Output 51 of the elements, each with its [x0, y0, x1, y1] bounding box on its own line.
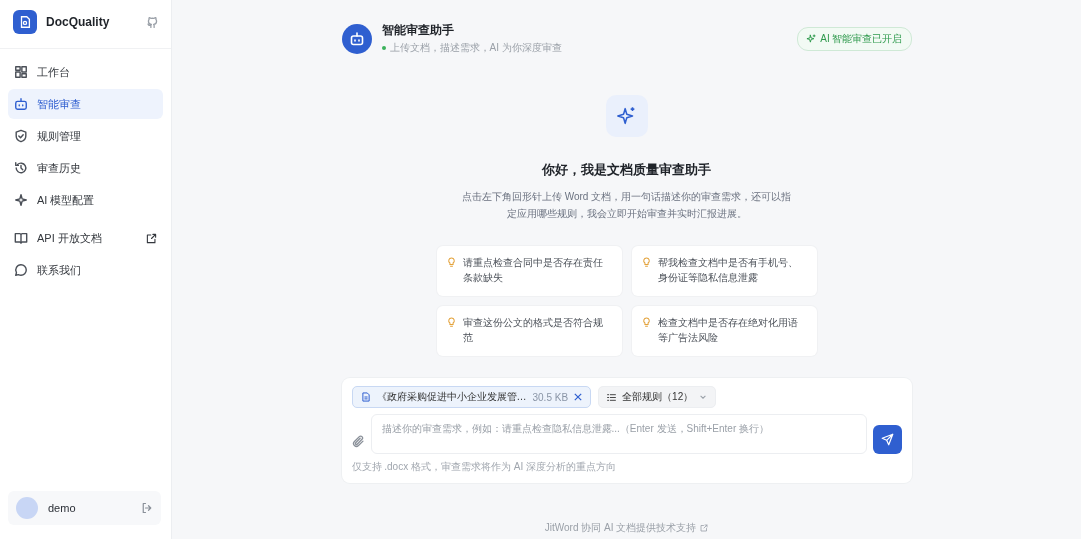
- grid-icon: [14, 65, 28, 79]
- nav-item[interactable]: 联系我们: [8, 255, 163, 285]
- status-dot-icon: [381, 46, 386, 50]
- book-icon: [14, 231, 28, 245]
- shield-icon: [14, 129, 28, 143]
- suggestion-card[interactable]: 请重点检查合同中是否存在责任条款缺失: [436, 246, 622, 296]
- brand-name: DocQuality: [46, 15, 111, 29]
- file-chip[interactable]: 《政府采购促进中小企业发展管… 30.5 KB: [351, 386, 592, 408]
- suggestion-card[interactable]: 审查这份公文的格式是否符合规范: [436, 306, 622, 356]
- chat-bubble-icon: [14, 263, 28, 277]
- send-icon: [880, 432, 894, 446]
- suggestion-card[interactable]: 检查文档中是否存在绝对化用语等广告法风险: [631, 306, 817, 356]
- logout-icon[interactable]: [141, 502, 153, 514]
- file-name: 《政府采购促进中小企业发展管…: [376, 390, 527, 404]
- nav-item[interactable]: API 开放文档: [8, 223, 163, 253]
- status-badge: AI 智能审查已开启: [797, 26, 912, 51]
- welcome-title: 你好，我是文档质量审查助手: [542, 161, 711, 179]
- welcome-description: 点击左下角回形针上传 Word 文档，用一句话描述你的审查需求，还可以指定应用哪些规则，我会立即开始审查并实时汇报进展。: [461, 190, 792, 221]
- suggestion-card[interactable]: 帮我检查文档中是否有手机号、身份证等隐私信息泄露: [631, 246, 817, 296]
- user-name: demo: [48, 502, 77, 514]
- sparkle-icon: [14, 193, 28, 207]
- lightbulb-icon: [641, 317, 651, 328]
- nav-item[interactable]: 审查历史: [8, 153, 163, 183]
- github-icon[interactable]: [146, 15, 159, 29]
- rules-dropdown[interactable]: 全部规则（12）: [598, 386, 717, 408]
- file-size: 30.5 KB: [532, 391, 569, 403]
- hint-text: 仅支持 .docx 格式，审查需求将作为 AI 深度分析的重点方向: [351, 460, 617, 474]
- close-icon[interactable]: [574, 393, 583, 401]
- list-icon: [607, 392, 617, 402]
- nav-item[interactable]: AI 模型配置: [8, 185, 163, 215]
- sparkle-icon: [605, 95, 648, 137]
- external-link-icon[interactable]: [700, 524, 709, 532]
- lightbulb-icon: [641, 257, 651, 268]
- robot-icon: [14, 97, 28, 111]
- lightbulb-icon: [446, 317, 456, 328]
- robot-icon: [341, 23, 372, 54]
- paperclip-icon[interactable]: [351, 434, 365, 448]
- history-icon: [14, 161, 28, 175]
- lightbulb-icon: [446, 257, 456, 268]
- nav-item[interactable]: 工作台: [8, 57, 163, 87]
- logo-icon: [13, 10, 37, 34]
- nav-item[interactable]: 智能审查: [8, 89, 163, 119]
- review-input-field[interactable]: 描述你的审查需求，例如：请重点检查隐私信息泄露...（Enter 发送，Shift+Enter 换行）: [370, 414, 867, 454]
- page-title: 智能审查助手: [381, 22, 455, 39]
- chevron-down-icon: [699, 393, 708, 401]
- nav-item[interactable]: 规则管理: [8, 121, 163, 151]
- send-button[interactable]: [872, 424, 902, 454]
- footer-text: JitWord 协同 AI 文档提供技术支持: [544, 521, 697, 535]
- document-icon: [360, 392, 371, 402]
- avatar-icon: [16, 497, 38, 519]
- page-subtitle: 上传文档，描述需求，AI 为你深度审查: [389, 41, 562, 55]
